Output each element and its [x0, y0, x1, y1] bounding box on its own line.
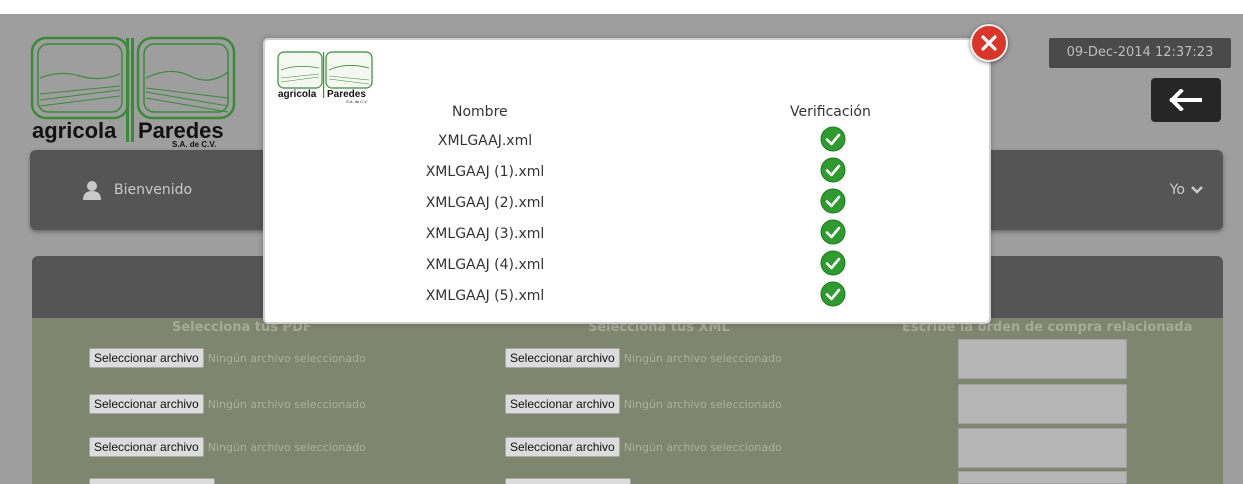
check-circle-icon: [820, 188, 846, 214]
close-icon: [981, 35, 997, 51]
xml-file-input[interactable]: Seleccionar archivo Ningún archivo selec…: [505, 437, 782, 457]
file-name: XMLGAAJ (1).xml: [425, 164, 545, 180]
select-file-button[interactable]: Seleccionar archivo: [89, 394, 204, 414]
xml-file-input[interactable]: Seleccionar archivo Ningún archivo selec…: [505, 348, 782, 368]
pdf-file-input[interactable]: Seleccionar archivo Ningún archivo selec…: [89, 348, 366, 368]
file-name: XMLGAAJ.xml: [437, 133, 533, 149]
datetime-display: 09-Dec-2014 12:37:23: [1049, 38, 1231, 68]
column-header-verification: Verificación: [790, 104, 871, 120]
company-logo: agricola Paredes S.A. de C.V.: [30, 36, 236, 148]
pdf-file-input[interactable]: Seleccionar archivo Ningún archivo selec…: [89, 394, 366, 414]
user-menu-label: Yo: [1169, 182, 1185, 198]
no-file-label: Ningún archivo seleccionado: [207, 440, 366, 454]
select-file-button[interactable]: [505, 478, 631, 484]
pdf-file-input[interactable]: [89, 478, 215, 484]
order-number-field[interactable]: [958, 384, 1127, 424]
select-file-button[interactable]: Seleccionar archivo: [505, 394, 620, 414]
svg-text:S.A. de C.V.: S.A. de C.V.: [346, 99, 368, 104]
no-file-label: Ningún archivo seleccionado: [623, 397, 782, 411]
file-name: XMLGAAJ (2).xml: [425, 195, 545, 211]
close-button[interactable]: [970, 24, 1008, 62]
file-name: XMLGAAJ (5).xml: [425, 288, 545, 304]
no-file-label: Ningún archivo seleccionado: [207, 397, 366, 411]
check-circle-icon: [820, 126, 846, 152]
welcome-item[interactable]: Bienvenido: [82, 180, 192, 200]
arrow-left-icon: [1169, 89, 1202, 111]
order-number-field[interactable]: [958, 471, 1127, 484]
no-file-label: Ningún archivo seleccionado: [623, 351, 782, 365]
file-name: XMLGAAJ (4).xml: [425, 257, 545, 273]
user-menu[interactable]: Yo: [1170, 182, 1203, 198]
chevron-down-icon: [1191, 186, 1203, 194]
svg-text:agricola: agricola: [278, 89, 317, 100]
select-file-button[interactable]: Seleccionar archivo: [505, 348, 620, 368]
file-name: XMLGAAJ (3).xml: [425, 226, 545, 242]
no-file-label: Ningún archivo seleccionado: [623, 440, 782, 454]
check-circle-icon: [820, 219, 846, 245]
xml-file-input[interactable]: Seleccionar archivo Ningún archivo selec…: [505, 394, 782, 414]
check-circle-icon: [820, 250, 846, 276]
svg-text:S.A. de C.V.: S.A. de C.V.: [172, 140, 216, 148]
welcome-label: Bienvenido: [114, 182, 193, 198]
order-number-field[interactable]: [958, 339, 1127, 379]
user-icon: [83, 181, 101, 200]
svg-text:agricola: agricola: [32, 118, 117, 143]
select-file-button[interactable]: Seleccionar archivo: [89, 348, 204, 368]
check-circle-icon: [820, 281, 846, 307]
select-file-button[interactable]: [89, 478, 215, 484]
xml-file-input[interactable]: [505, 478, 631, 484]
company-logo-small: agricola Paredes S.A. de C.V.: [277, 51, 373, 104]
select-file-button[interactable]: Seleccionar archivo: [89, 437, 204, 457]
check-circle-icon: [820, 157, 846, 183]
back-button[interactable]: [1151, 78, 1221, 122]
no-file-label: Ningún archivo seleccionado: [207, 351, 366, 365]
select-file-button[interactable]: Seleccionar archivo: [505, 437, 620, 457]
pdf-file-input[interactable]: Seleccionar archivo Ningún archivo selec…: [89, 437, 366, 457]
column-header-name: Nombre: [452, 104, 508, 120]
order-number-field[interactable]: [958, 428, 1127, 468]
